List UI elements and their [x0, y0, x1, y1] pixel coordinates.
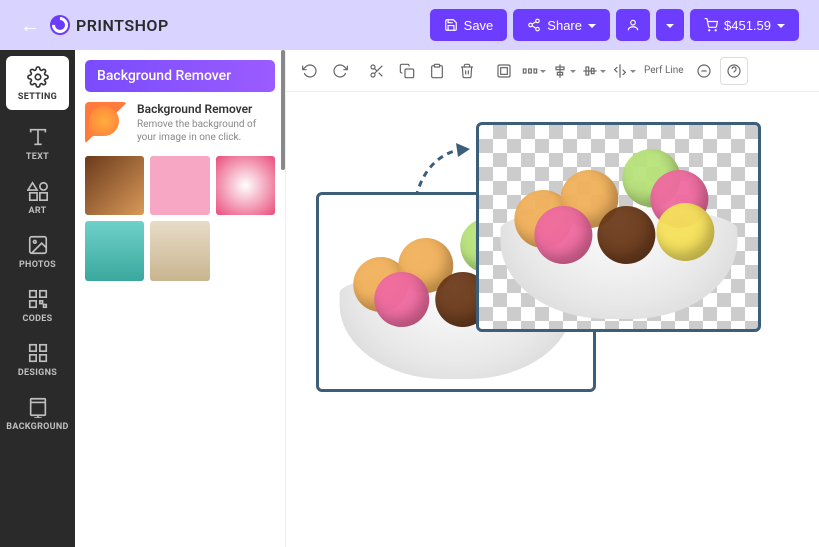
logo[interactable]: PRINTSHOP — [50, 15, 169, 35]
layout-icon — [4, 342, 71, 364]
shapes-icon — [4, 180, 71, 202]
redo-icon[interactable] — [326, 57, 354, 85]
background-remover-card[interactable]: Background Remover Remove the background… — [85, 102, 275, 144]
align-vertical-icon[interactable] — [580, 57, 608, 85]
save-button[interactable]: Save — [430, 9, 508, 41]
save-label: Save — [464, 18, 494, 33]
bg-remover-title: Background Remover — [137, 102, 275, 116]
sidebar-item-codes[interactable]: CODES — [0, 278, 75, 332]
sidebar-label: CODES — [4, 314, 71, 324]
sidebar-label: DESIGNS — [4, 368, 71, 378]
logo-icon — [50, 15, 70, 35]
group-icon[interactable] — [490, 57, 518, 85]
thumb-teal-scoop[interactable] — [85, 221, 144, 280]
canvas-toolbar: Perf Line — [286, 50, 819, 92]
sidebar: SETTING TEXT ART PHOTOS CODES DESIGNS BA… — [0, 50, 75, 547]
cart-icon — [704, 18, 718, 32]
sidebar-label: SETTING — [10, 92, 65, 102]
icecream-scoop — [535, 206, 593, 264]
cut-icon[interactable] — [363, 57, 391, 85]
paste-icon[interactable] — [423, 57, 451, 85]
thumb-icecream-cones[interactable] — [85, 156, 144, 215]
thumb-falling-scoops[interactable] — [216, 221, 275, 280]
cart-button[interactable]: $451.59 — [690, 9, 799, 41]
user-button[interactable] — [616, 9, 650, 41]
back-arrow[interactable]: ← — [20, 13, 40, 38]
perf-line-button[interactable]: Perf Line — [640, 66, 688, 76]
sidebar-label: BACKGROUND — [4, 422, 71, 432]
share-icon — [527, 18, 541, 32]
gear-icon — [10, 66, 65, 88]
image-icon — [4, 234, 71, 256]
canvas[interactable] — [286, 92, 819, 547]
canvas-area: Perf Line — [285, 50, 819, 547]
sidebar-label: ART — [4, 206, 71, 216]
user-icon — [626, 18, 640, 32]
sidebar-item-setting[interactable]: SETTING — [6, 56, 69, 110]
align-horizontal-icon[interactable] — [550, 57, 578, 85]
chevron-down-icon — [666, 18, 674, 33]
qr-icon — [4, 288, 71, 310]
sidebar-item-background[interactable]: BACKGROUND — [0, 386, 75, 440]
undo-icon[interactable] — [296, 57, 324, 85]
sidebar-label: PHOTOS — [4, 260, 71, 270]
topbar: ← PRINTSHOP Save Share $451.59 — [0, 0, 819, 50]
thumb-candy-cane[interactable] — [216, 156, 275, 215]
icecream-scoop — [598, 206, 656, 264]
flip-icon[interactable] — [610, 57, 638, 85]
chevron-down-icon — [588, 18, 596, 33]
cart-amount: $451.59 — [724, 18, 771, 33]
sidebar-item-designs[interactable]: DESIGNS — [0, 332, 75, 386]
icecream-scoop — [656, 203, 714, 261]
background-icon — [4, 396, 71, 418]
minus-circle-icon[interactable] — [690, 57, 718, 85]
delete-icon[interactable] — [453, 57, 481, 85]
sidebar-label: TEXT — [4, 152, 71, 162]
icecream-scoop — [374, 272, 429, 327]
sample-thumbnails — [85, 156, 275, 281]
settings-panel: Background Remover Background Remover Re… — [75, 50, 285, 547]
logo-text: PRINTSHOP — [76, 16, 169, 35]
copy-icon[interactable] — [393, 57, 421, 85]
distribute-icon[interactable] — [520, 57, 548, 85]
share-label: Share — [547, 18, 582, 33]
user-menu-button[interactable] — [656, 9, 684, 41]
background-remover-badge[interactable]: Background Remover — [85, 60, 275, 92]
sidebar-item-text[interactable]: TEXT — [0, 116, 75, 170]
sidebar-item-photos[interactable]: PHOTOS — [0, 224, 75, 278]
sidebar-item-art[interactable]: ART — [0, 170, 75, 224]
text-icon — [4, 126, 71, 148]
help-icon[interactable] — [720, 57, 748, 85]
chevron-down-icon — [777, 18, 785, 33]
thumb-pink-cone[interactable] — [150, 156, 209, 215]
background-remover-thumb-icon — [85, 102, 127, 144]
removed-bg-image-card[interactable] — [476, 122, 761, 332]
bg-remover-desc: Remove the background of your image in o… — [137, 118, 275, 144]
save-icon — [444, 18, 458, 32]
scrollbar[interactable] — [281, 50, 285, 170]
thumb-choc-bowl[interactable] — [150, 221, 209, 280]
share-button[interactable]: Share — [513, 9, 610, 41]
